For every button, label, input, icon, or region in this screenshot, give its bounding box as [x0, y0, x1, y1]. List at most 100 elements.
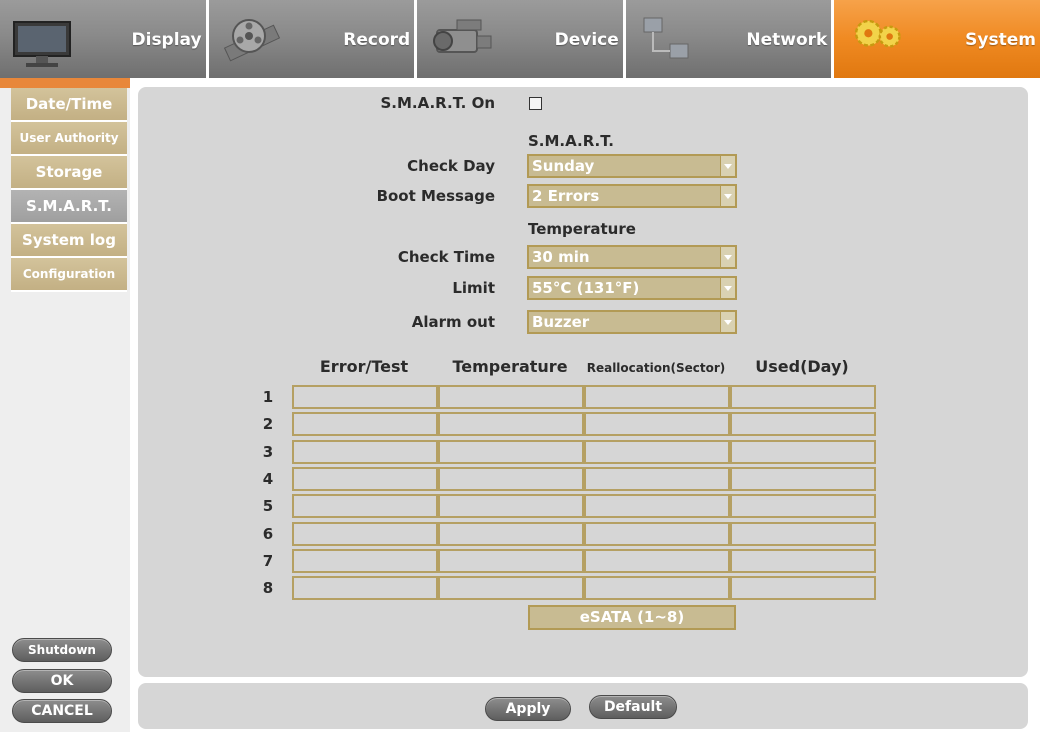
footer-bar — [138, 683, 1028, 729]
section-temperature-heading: Temperature — [528, 220, 636, 238]
table-cell — [438, 494, 584, 518]
sidebar-menu: Date/Time User Authority Storage S.M.A.R… — [11, 88, 127, 292]
table-cell — [730, 494, 876, 518]
check-time-value: 30 min — [532, 248, 590, 266]
tab-network-label: Network — [746, 30, 828, 50]
table-cell — [730, 467, 876, 491]
column-header-temperature: Temperature — [452, 357, 568, 376]
alarm-out-select[interactable]: Buzzer — [527, 310, 737, 334]
smart-on-label: S.M.A.R.T. On — [380, 94, 495, 112]
film-reel-icon — [223, 19, 280, 62]
apply-button[interactable]: Apply — [485, 697, 571, 721]
table-cell — [438, 385, 584, 409]
boot-message-select[interactable]: 2 Errors — [527, 184, 737, 208]
check-time-label: Check Time — [397, 248, 495, 266]
table-cell — [730, 549, 876, 573]
tab-record-label: Record — [343, 30, 411, 50]
table-cell — [438, 440, 584, 464]
table-cell — [292, 467, 438, 491]
table-cell — [438, 412, 584, 436]
check-day-label: Check Day — [407, 157, 495, 175]
sidebar-item-configuration[interactable]: Configuration — [11, 258, 127, 292]
sidebar-item-date-time[interactable]: Date/Time — [11, 88, 127, 122]
table-cell — [292, 494, 438, 518]
check-day-value: Sunday — [532, 157, 595, 175]
table-cell — [730, 440, 876, 464]
chevron-down-icon[interactable] — [720, 156, 735, 176]
table-cell — [584, 440, 730, 464]
tab-system[interactable]: System — [834, 0, 1040, 78]
smart-on-checkbox[interactable] — [529, 97, 542, 110]
section-smart-heading: S.M.A.R.T. — [528, 132, 614, 150]
row-number: 3 — [262, 443, 274, 461]
sidebar-item-system-log[interactable]: System log — [11, 224, 127, 258]
tab-record[interactable]: Record — [208, 0, 418, 78]
camera-icon — [433, 19, 492, 53]
shutdown-button[interactable]: Shutdown — [12, 638, 112, 662]
sidebar-item-user-authority[interactable]: User Authority — [11, 122, 127, 156]
column-header-error-test: Error/Test — [319, 357, 409, 376]
table-cell — [292, 412, 438, 436]
chevron-down-icon[interactable] — [720, 186, 735, 206]
row-number: 4 — [262, 470, 274, 488]
table-cell — [438, 522, 584, 546]
row-number: 8 — [262, 579, 274, 597]
row-number: 7 — [262, 552, 274, 570]
table-cell — [730, 522, 876, 546]
tab-device[interactable]: Device — [417, 0, 626, 78]
table-cell — [584, 576, 730, 600]
column-header-used-day: Used(Day) — [755, 357, 849, 376]
table-cell — [584, 467, 730, 491]
monitor-icon — [13, 21, 71, 67]
check-time-select[interactable]: 30 min — [527, 245, 737, 269]
row-number: 6 — [262, 525, 274, 543]
table-cell — [584, 549, 730, 573]
boot-message-label: Boot Message — [376, 187, 495, 205]
sidebar-item-storage[interactable]: Storage — [11, 156, 127, 190]
chevron-down-icon[interactable] — [720, 247, 735, 267]
chevron-down-icon[interactable] — [720, 278, 735, 298]
table-cell — [292, 549, 438, 573]
table-cell — [292, 440, 438, 464]
table-cell — [584, 522, 730, 546]
column-header-reallocation: Reallocation(Sector) — [586, 361, 726, 375]
sidebar-accent-strip — [0, 78, 130, 88]
row-number: 1 — [262, 388, 274, 406]
cancel-button[interactable]: CANCEL — [12, 699, 112, 723]
table-cell — [730, 412, 876, 436]
table-cell — [292, 385, 438, 409]
table-cell — [730, 576, 876, 600]
top-tab-bar: Display Record Device Network System — [0, 0, 1040, 78]
limit-label: Limit — [452, 279, 495, 297]
alarm-out-label: Alarm out — [411, 313, 495, 331]
default-button[interactable]: Default — [589, 695, 677, 719]
table-cell — [438, 549, 584, 573]
gears-icon — [855, 19, 902, 48]
alarm-out-value: Buzzer — [532, 313, 590, 331]
row-number: 5 — [262, 497, 274, 515]
tab-device-label: Device — [554, 30, 619, 50]
esata-button[interactable]: eSATA (1~8) — [528, 605, 736, 630]
ok-button[interactable]: OK — [12, 669, 112, 693]
table-cell — [438, 576, 584, 600]
table-cell — [292, 576, 438, 600]
tab-display[interactable]: Display — [0, 0, 209, 78]
table-cell — [438, 467, 584, 491]
table-cell — [584, 412, 730, 436]
check-day-select[interactable]: Sunday — [527, 154, 737, 178]
tab-display-label: Display — [131, 30, 202, 50]
table-cell — [584, 494, 730, 518]
table-cell — [730, 385, 876, 409]
left-sidebar: Date/Time User Authority Storage S.M.A.R… — [0, 78, 130, 732]
limit-value: 55°C (131°F) — [532, 279, 640, 297]
table-cell — [584, 385, 730, 409]
table-cell — [292, 522, 438, 546]
network-icon — [643, 17, 689, 59]
row-number: 2 — [262, 415, 274, 433]
sidebar-item-smart[interactable]: S.M.A.R.T. — [11, 190, 127, 224]
boot-message-value: 2 Errors — [532, 187, 600, 205]
chevron-down-icon[interactable] — [720, 312, 735, 332]
limit-select[interactable]: 55°C (131°F) — [527, 276, 737, 300]
tab-system-label: System — [965, 30, 1036, 50]
tab-network[interactable]: Network — [625, 0, 835, 78]
